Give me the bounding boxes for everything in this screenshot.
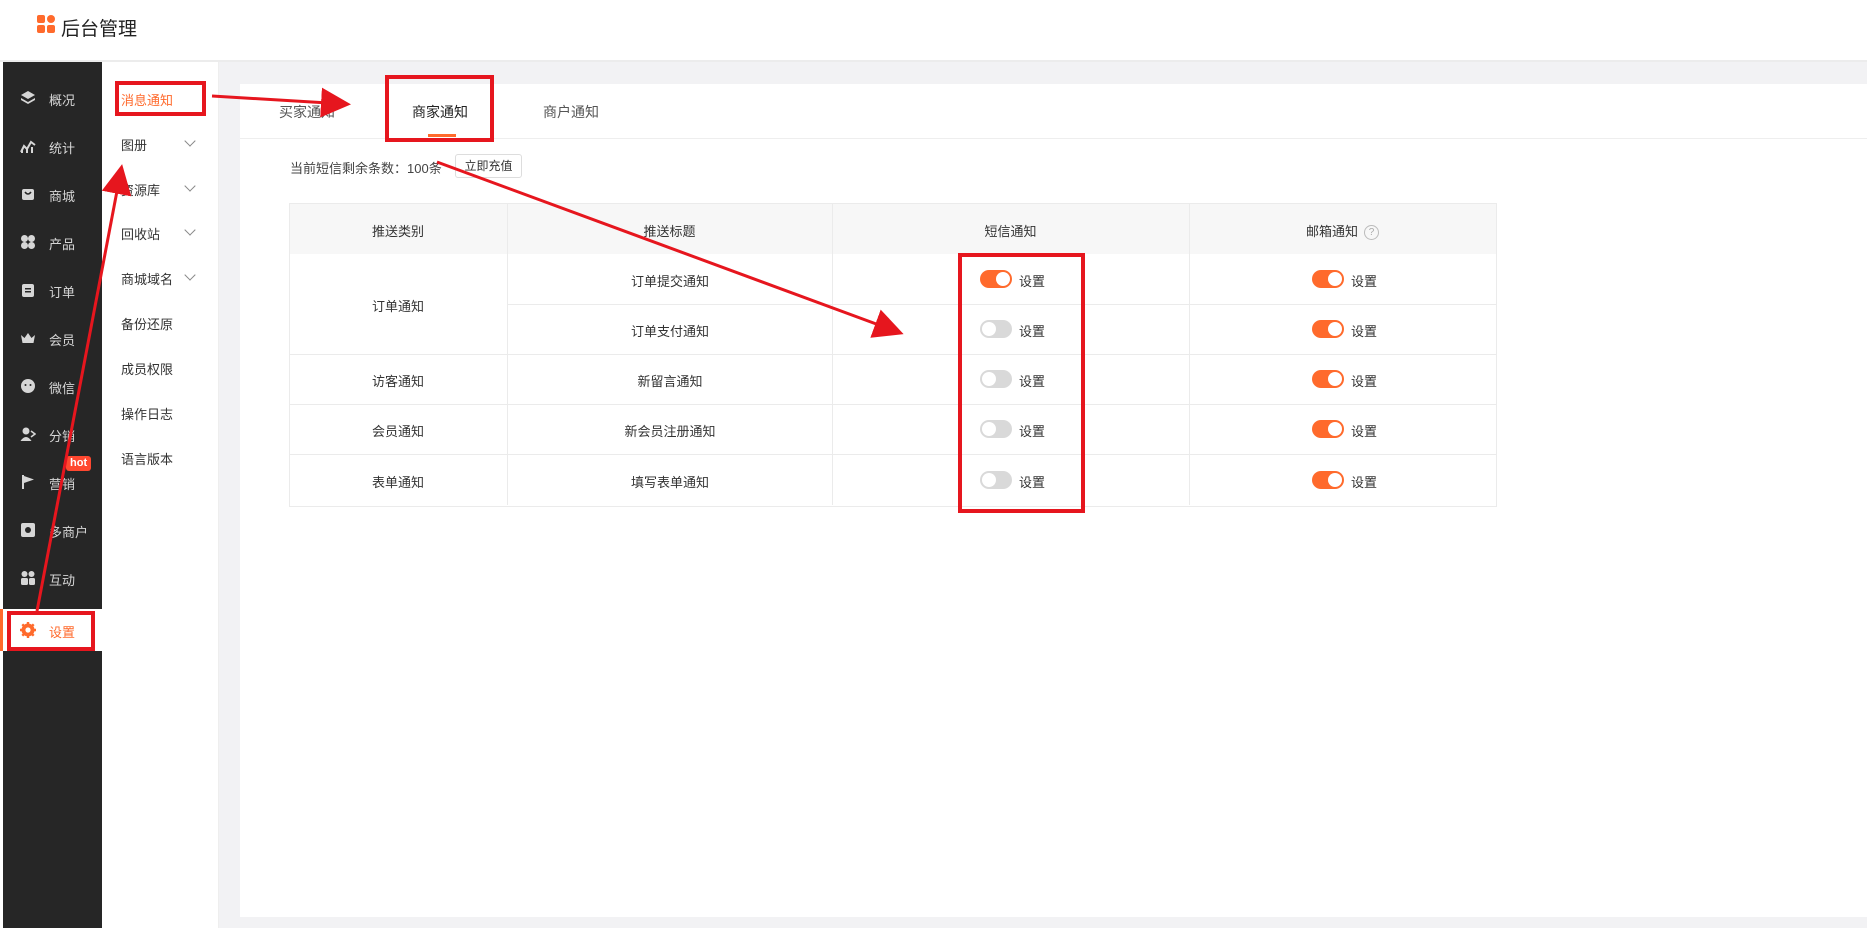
sub-nav-item[interactable]: 操作日志: [121, 404, 173, 423]
row-title: 订单提交通知: [630, 274, 709, 289]
app-title: 后台管理: [61, 19, 138, 40]
nav-item-merchant[interactable]: 多商户: [3, 509, 102, 551]
email-settings-link[interactable]: 设置: [1351, 421, 1377, 440]
top-bar: 后台管理: [0, 0, 1867, 62]
row-divider: [289, 404, 1496, 405]
sub-nav-item[interactable]: 回收站: [121, 224, 160, 243]
sub-nav-item[interactable]: 商城域名: [121, 269, 173, 288]
nav-item-label: 商城: [49, 189, 76, 204]
nav-item-label: 营销: [49, 477, 76, 492]
merchant-icon: [20, 522, 36, 538]
row-title: 新会员注册通知: [624, 424, 716, 439]
nav-item-label: 互动: [49, 573, 76, 588]
nav-item-label: 微信: [49, 381, 76, 396]
column-header: 邮箱通知?: [1263, 221, 1423, 241]
column-divider: [1189, 203, 1190, 505]
column-header-label: 推送标题: [643, 224, 696, 239]
email-toggle[interactable]: [1312, 370, 1344, 388]
group-cell: 表单通知: [371, 474, 424, 490]
email-toggle[interactable]: [1312, 470, 1344, 489]
nav-item-label: 多商户: [49, 525, 89, 540]
nav-item-clipboard[interactable]: 订单: [3, 269, 102, 311]
sub-nav-item[interactable]: 图册: [121, 135, 147, 154]
sub-nav-item[interactable]: 备份还原: [121, 314, 173, 333]
annotation-box-settings: [7, 611, 95, 651]
people-icon: [20, 570, 36, 586]
notification-table: [289, 203, 1497, 507]
column-header-label: 推送类别: [371, 224, 424, 239]
column-header: 推送类别: [318, 221, 478, 240]
help-icon[interactable]: ?: [1364, 225, 1379, 241]
email-toggle[interactable]: [1312, 270, 1344, 288]
logo-icon: [37, 15, 57, 35]
nav-item-grid[interactable]: 产品: [3, 221, 102, 263]
clipboard-icon: [20, 282, 36, 298]
recharge-button[interactable]: 立即充值: [455, 154, 522, 178]
nav-item-label: 订单: [49, 285, 76, 300]
toggle-knob: [1328, 322, 1342, 336]
row-title: 新留言通知: [637, 374, 703, 389]
hot-badge: hot: [66, 456, 92, 471]
sms-remaining-text: 当前短信剩余条数：100条: [290, 161, 442, 176]
chart-icon: [20, 138, 36, 154]
column-divider: [832, 203, 833, 505]
email-settings-link[interactable]: 设置: [1351, 371, 1377, 390]
email-toggle[interactable]: [1312, 320, 1344, 338]
nav-item-chart[interactable]: 统计: [3, 125, 102, 167]
nav-item-label: 分销: [49, 429, 76, 444]
nav-item-user-share[interactable]: 分销: [3, 413, 102, 455]
sub-nav-item[interactable]: 语言版本: [121, 449, 173, 468]
wechat-icon: [20, 378, 36, 394]
flag-icon: [20, 474, 36, 490]
column-header: 推送标题: [590, 221, 750, 240]
group-cell: 订单通知: [371, 299, 424, 314]
nav-item-wechat[interactable]: 微信: [3, 365, 102, 407]
nav-item-people[interactable]: 互动: [3, 557, 102, 599]
nav-item-crown[interactable]: 会员: [3, 317, 102, 359]
sub-nav-item[interactable]: 资源库: [121, 180, 160, 199]
column-header-label: 邮箱通知: [1305, 224, 1358, 239]
annotation-box-merchant-tab: [385, 75, 494, 142]
group-cell: 访客通知: [371, 374, 424, 389]
row-divider: [289, 454, 1496, 455]
annotation-box-message-notice: [115, 81, 206, 116]
nav-item-label: 会员: [49, 333, 76, 348]
email-toggle[interactable]: [1312, 420, 1344, 438]
group-cell: 会员通知: [371, 424, 424, 439]
email-settings-link[interactable]: 设置: [1351, 321, 1377, 340]
crown-icon: [20, 330, 36, 346]
sub-nav-item[interactable]: 成员权限: [121, 359, 173, 378]
toggle-knob: [1328, 422, 1342, 436]
nav-item-label: 产品: [49, 237, 76, 252]
grid-icon: [20, 234, 36, 250]
toggle-knob: [1328, 472, 1342, 487]
column-divider: [507, 203, 508, 505]
tab-2[interactable]: 商户通知: [543, 102, 599, 122]
email-settings-link[interactable]: 设置: [1351, 472, 1377, 491]
sub-sidebar: [102, 62, 219, 928]
toggle-knob: [1328, 272, 1342, 286]
nav-item-layers[interactable]: 概况: [3, 77, 102, 119]
row-title: 填写表单通知: [630, 474, 709, 490]
column-header-label: 短信通知: [984, 224, 1037, 239]
layers-icon: [20, 90, 36, 106]
email-settings-link[interactable]: 设置: [1351, 271, 1377, 290]
toggle-knob: [1328, 372, 1342, 386]
nav-item-label: 统计: [49, 141, 76, 156]
row-divider: [289, 354, 1496, 355]
store-icon: [20, 186, 36, 202]
tab-0[interactable]: 买家通知: [279, 102, 335, 122]
row-title: 订单支付通知: [630, 324, 709, 339]
nav-item-label: 概况: [49, 93, 76, 108]
user-share-icon: [20, 426, 37, 442]
nav-item-store[interactable]: 商城: [3, 173, 102, 215]
column-header: 短信通知: [931, 221, 1091, 240]
annotation-box-sms-column: [958, 253, 1085, 513]
